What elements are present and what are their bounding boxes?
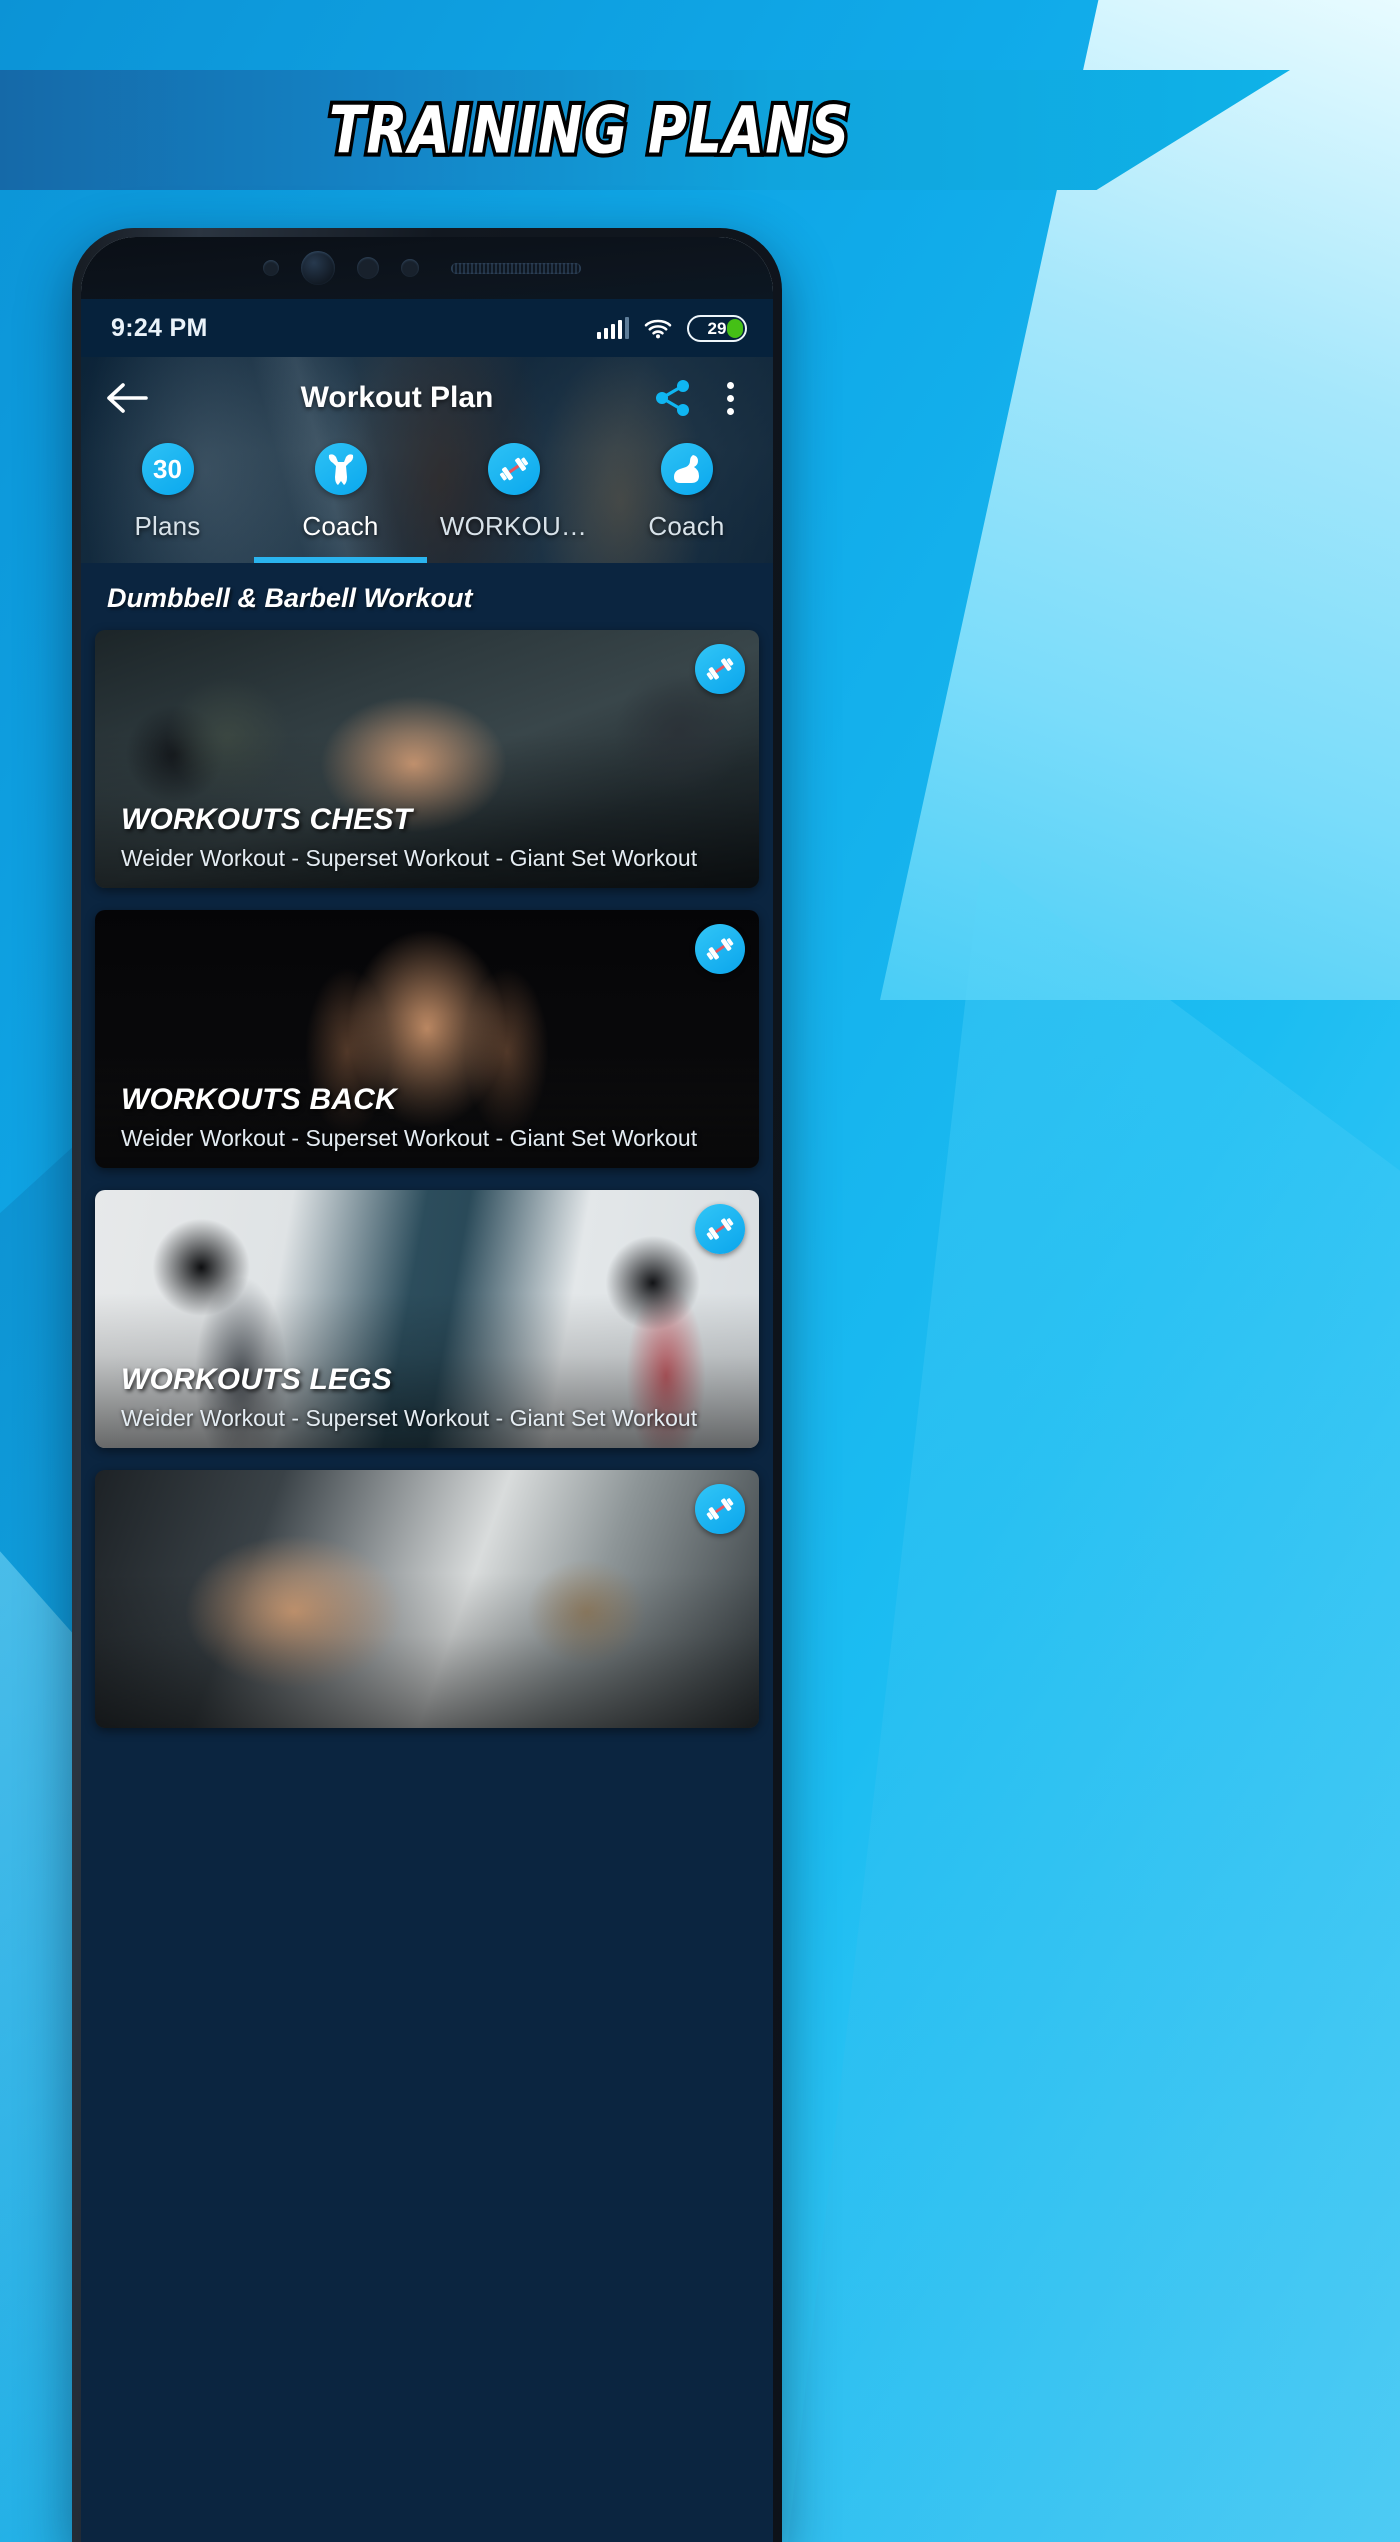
tab-workouts[interactable]: WORKOU… xyxy=(427,439,600,563)
dumbbell-icon xyxy=(695,1484,745,1534)
app-header-hero: Workout Plan 30 Plans Coach WORKOU… Coac… xyxy=(81,357,773,563)
page-title: Workout Plan xyxy=(300,381,494,414)
workout-card[interactable]: WORKOUTS BACK Weider Workout - Superset … xyxy=(95,910,759,1168)
more-vertical-icon xyxy=(726,381,734,389)
tab-plans-label: Plans xyxy=(134,511,201,541)
dumbbell-icon xyxy=(695,644,745,694)
tab-bar: 30 Plans Coach WORKOU… Coach xyxy=(81,439,773,563)
status-bar-icons: 29 xyxy=(596,314,747,342)
phone-top-bezel xyxy=(81,237,773,299)
workout-card-text: WORKOUTS LEGS Weider Workout - Superset … xyxy=(121,1363,739,1432)
share-icon xyxy=(656,380,689,416)
more-vertical-icon xyxy=(726,394,734,402)
share-button[interactable] xyxy=(647,372,699,424)
workout-card-title: WORKOUTS CHEST xyxy=(121,803,413,836)
promo-banner: TRAINING PLANS xyxy=(0,70,1290,190)
phone-body: 9:24 PM 29 Workout Plan 30 Plans Coach W… xyxy=(81,237,773,2542)
workout-card-title: WORKOUTS BACK xyxy=(121,1083,397,1116)
back-button[interactable] xyxy=(103,373,153,423)
screenshot-stage: TRAINING PLANS 9:24 PM 29 Workout Plan 3… xyxy=(0,0,1400,2542)
dumbbell-icon xyxy=(487,443,540,495)
workout-card-text: WORKOUTS BACK Weider Workout - Superset … xyxy=(121,1083,739,1152)
calendar-30-icon: 30 xyxy=(141,443,194,495)
card-gradient-overlay xyxy=(95,1573,759,1728)
battery-percent-label: 29 xyxy=(707,318,727,338)
workout-card-text: WORKOUTS CHEST Weider Workout - Superset… xyxy=(121,803,739,872)
light-sensor-icon xyxy=(401,259,419,277)
tab-coach-biceps[interactable]: Coach xyxy=(600,439,773,563)
wifi-icon xyxy=(644,319,672,339)
section-title: Dumbbell & Barbell Workout xyxy=(107,583,473,613)
body-muscle-icon xyxy=(314,443,367,495)
tab-plans[interactable]: 30 Plans xyxy=(81,439,254,563)
workout-list[interactable]: Dumbbell & Barbell Workout WORKOUTS CHES… xyxy=(81,563,773,2542)
dumbbell-icon xyxy=(695,924,745,974)
sensor-dot-icon xyxy=(263,260,279,276)
phone-screen: 9:24 PM 29 Workout Plan 30 Plans Coach W… xyxy=(81,299,773,2542)
phone-mockup: 9:24 PM 29 Workout Plan 30 Plans Coach W… xyxy=(72,228,782,2542)
workout-card[interactable]: WORKOUTS CHEST Weider Workout - Superset… xyxy=(95,630,759,888)
front-camera-icon xyxy=(301,251,335,285)
tab-coach-body-label: Coach xyxy=(302,511,379,541)
earpiece-speaker-icon xyxy=(451,262,581,274)
workout-card[interactable]: WORKOUTS LEGS Weider Workout - Superset … xyxy=(95,1190,759,1448)
tab-coach-biceps-label: Coach xyxy=(648,511,725,541)
tab-coach-body[interactable]: Coach xyxy=(254,439,427,563)
promo-banner-title: TRAINING PLANS xyxy=(326,88,853,172)
tab-workouts-label: WORKOU… xyxy=(439,511,588,541)
app-bar: Workout Plan xyxy=(81,357,773,439)
proximity-sensor-icon xyxy=(357,257,379,279)
workout-card-subtitle: Weider Workout - Superset Workout - Gian… xyxy=(121,845,698,871)
back-arrow-icon xyxy=(107,383,148,413)
more-vertical-icon xyxy=(726,407,734,415)
battery-icon: 29 xyxy=(687,314,747,342)
workout-card-subtitle: Weider Workout - Superset Workout - Gian… xyxy=(121,1405,698,1431)
tab-plans-badge: 30 xyxy=(153,453,182,484)
status-bar-clock: 9:24 PM xyxy=(111,313,208,342)
biceps-icon xyxy=(660,443,713,495)
workout-card-subtitle: Weider Workout - Superset Workout - Gian… xyxy=(121,1125,698,1151)
workout-card[interactable] xyxy=(95,1470,759,1728)
workout-card-title: WORKOUTS LEGS xyxy=(121,1363,392,1396)
dumbbell-icon xyxy=(695,1204,745,1254)
status-bar: 9:24 PM 29 xyxy=(81,299,773,357)
signal-bars-icon xyxy=(596,316,629,339)
overflow-menu-button[interactable] xyxy=(713,372,747,424)
